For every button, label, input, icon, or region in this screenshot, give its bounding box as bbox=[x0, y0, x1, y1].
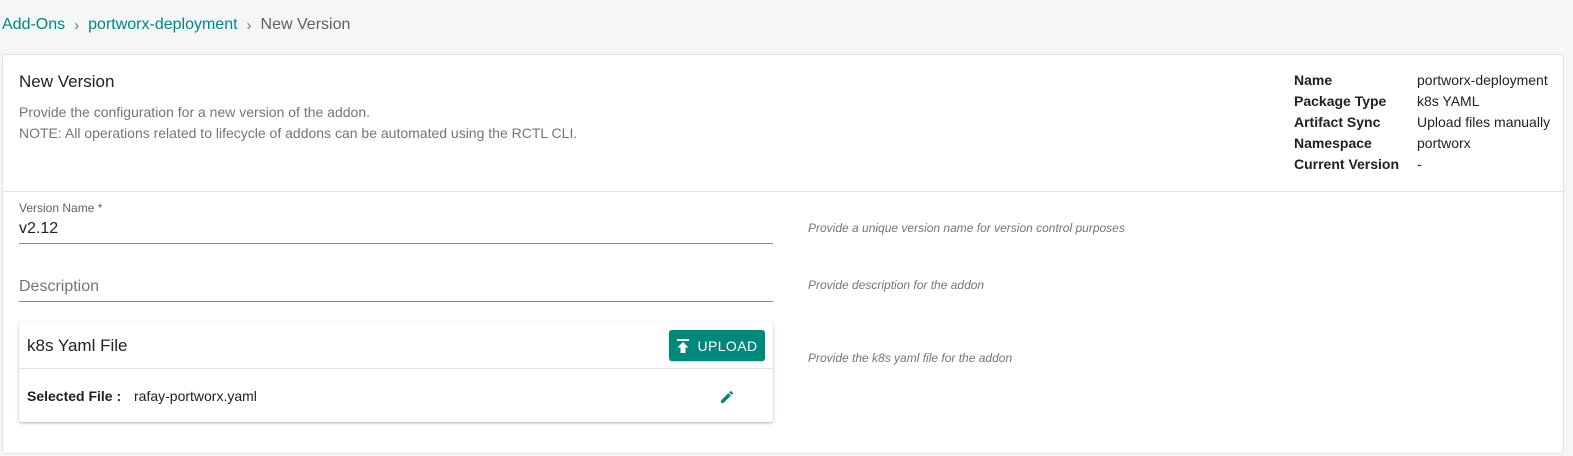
version-name-label: Version Name * bbox=[19, 201, 103, 215]
meta-package-type-value: k8s YAML bbox=[1417, 93, 1480, 109]
meta-package-type-label: Package Type bbox=[1294, 93, 1387, 109]
description-field[interactable]: Description bbox=[19, 277, 773, 302]
meta-name-value: portworx-deployment bbox=[1417, 72, 1548, 88]
meta-namespace-value: portworx bbox=[1417, 135, 1471, 151]
breadcrumb-link-addons[interactable]: Add-Ons bbox=[2, 16, 65, 34]
description-input[interactable]: Description bbox=[19, 278, 99, 296]
new-version-card: New Version Provide the configuration fo… bbox=[2, 54, 1564, 454]
upload-button-label: UPLOAD bbox=[697, 337, 758, 354]
selected-file-label: Selected File : bbox=[27, 388, 122, 404]
page-title: New Version bbox=[19, 72, 115, 91]
breadcrumb-separator: › bbox=[246, 16, 252, 34]
upload-button[interactable]: UPLOAD bbox=[669, 330, 765, 361]
card-header: New Version Provide the configuration fo… bbox=[3, 55, 1563, 192]
breadcrumb-current: New Version bbox=[260, 16, 351, 33]
meta-current-version-value: - bbox=[1417, 156, 1422, 172]
meta-name-label: Name bbox=[1294, 72, 1333, 88]
meta-artifact-sync-value: Upload files manually bbox=[1417, 114, 1551, 130]
breadcrumb: Add-Ons › portworx-deployment › New Vers… bbox=[2, 16, 350, 34]
breadcrumb-link-addon[interactable]: portworx-deployment bbox=[88, 16, 237, 34]
meta-namespace-label: Namespace bbox=[1294, 135, 1372, 151]
description-hint: Provide description for the addon bbox=[808, 278, 985, 292]
selected-file-name: rafay-portworx.yaml bbox=[134, 388, 257, 404]
upload-icon bbox=[676, 338, 689, 353]
page-note: NOTE: All operations related to lifecycl… bbox=[19, 125, 578, 141]
version-name-hint: Provide a unique version name for versio… bbox=[808, 221, 1125, 235]
file-card-header: k8s Yaml File UPLOAD bbox=[19, 322, 773, 369]
breadcrumb-separator: › bbox=[74, 16, 80, 34]
file-card-title: k8s Yaml File bbox=[27, 336, 128, 355]
meta-artifact-sync-label: Artifact Sync bbox=[1294, 114, 1381, 130]
version-name-field[interactable]: Version Name * v2.12 bbox=[19, 201, 773, 244]
page-subtitle: Provide the configuration for a new vers… bbox=[19, 104, 370, 120]
addon-metadata: Name portworx-deployment Package Type k8… bbox=[1294, 72, 1550, 173]
pencil-icon[interactable] bbox=[719, 389, 735, 405]
version-name-input[interactable]: v2.12 bbox=[19, 220, 58, 238]
file-hint: Provide the k8s yaml file for the addon bbox=[808, 351, 1013, 365]
k8s-yaml-file-card: k8s Yaml File UPLOAD Selected File : raf… bbox=[19, 322, 773, 422]
selected-file-row: Selected File : rafay-portworx.yaml bbox=[19, 369, 773, 421]
meta-current-version-label: Current Version bbox=[1294, 156, 1400, 172]
